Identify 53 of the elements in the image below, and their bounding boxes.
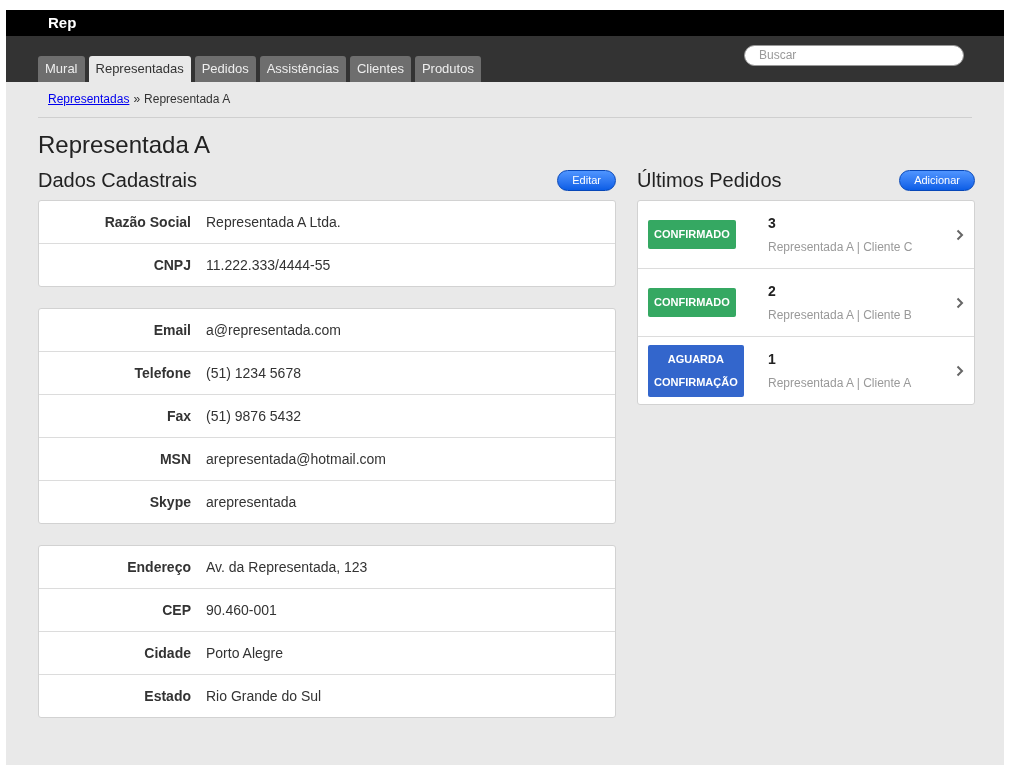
field-label: Fax [165,406,191,426]
breadcrumb-link[interactable]: Representadas [48,90,130,108]
nav-tab[interactable]: Pedidos [194,56,256,82]
status-badge: CONFIRMADO [648,288,736,317]
order-number: 3 [768,214,777,233]
order-row[interactable]: CONFIRMADO 2 Representada A | Cliente B [638,268,974,336]
field-label: Endereço [126,557,191,577]
field-value: Representada A Ltda. [206,212,341,232]
field-label: MSN [158,449,191,469]
field-value: a@representada.com [206,320,341,340]
field-label: Razão Social [103,212,191,232]
field-value: 90.460-001 [206,600,277,620]
order-subtitle: Representada A | Cliente C [768,239,914,256]
field-value: Rio Grande do Sul [206,686,322,706]
order-row[interactable]: AGUARDA CONFIRMAÇÃO 1 Representada A | Cliente A [638,336,974,404]
section-heading: Dados Cadastrais [38,168,197,193]
field-value: 11.222.333/4444-55 [206,255,331,275]
search-field[interactable]: Buscar [744,44,964,66]
order-subtitle: Representada A | Cliente B [768,307,913,324]
status-badge: CONFIRMADO [648,220,736,249]
nav-tab[interactable]: Produtos [414,56,481,82]
order-number: 2 [768,282,777,301]
nav-tab[interactable]: Mural [38,56,85,82]
order-subtitle: Representada A | Cliente A [768,375,913,392]
field-value: Av. da Representada, 123 [206,557,368,577]
field-value: arepresentada [206,492,297,512]
edit-button[interactable]: Editar [557,169,616,191]
chevron-icon [956,364,964,377]
status-badge: AGUARDA CONFIRMAÇÃO [648,344,744,397]
field-label: Telefone [133,363,191,383]
nav-tab[interactable]: Clientes [349,56,411,82]
field-value: (51) 1234 5678 [206,363,301,383]
field-label: Estado [143,686,191,706]
chevron-icon [956,296,964,309]
add-button[interactable]: Adicionar [899,169,975,191]
field-label: CNPJ [152,255,191,275]
page-title: Representada A [38,130,212,160]
field-label: Email [152,320,191,340]
order-number: 1 [768,350,777,369]
section-heading: Últimos Pedidos [637,168,782,193]
field-label: CEP [161,600,191,620]
breadcrumb-current: Representada A [144,91,231,108]
field-label: Cidade [143,643,191,663]
field-value: Porto Alegre [206,643,284,663]
field-value: (51) 9876 5432 [206,406,301,426]
order-row[interactable]: CONFIRMADO 3 Representada A | Cliente C [638,201,974,268]
chevron-icon [956,228,964,241]
field-label: Skype [148,492,191,512]
nav-tab[interactable]: Representadas [88,56,191,82]
breadcrumb-separator: » [133,91,141,108]
nav-tab[interactable]: Assistências [259,56,346,82]
field-value: arepresentada@hotmail.com [206,449,386,469]
app-title: Rep [48,12,77,33]
